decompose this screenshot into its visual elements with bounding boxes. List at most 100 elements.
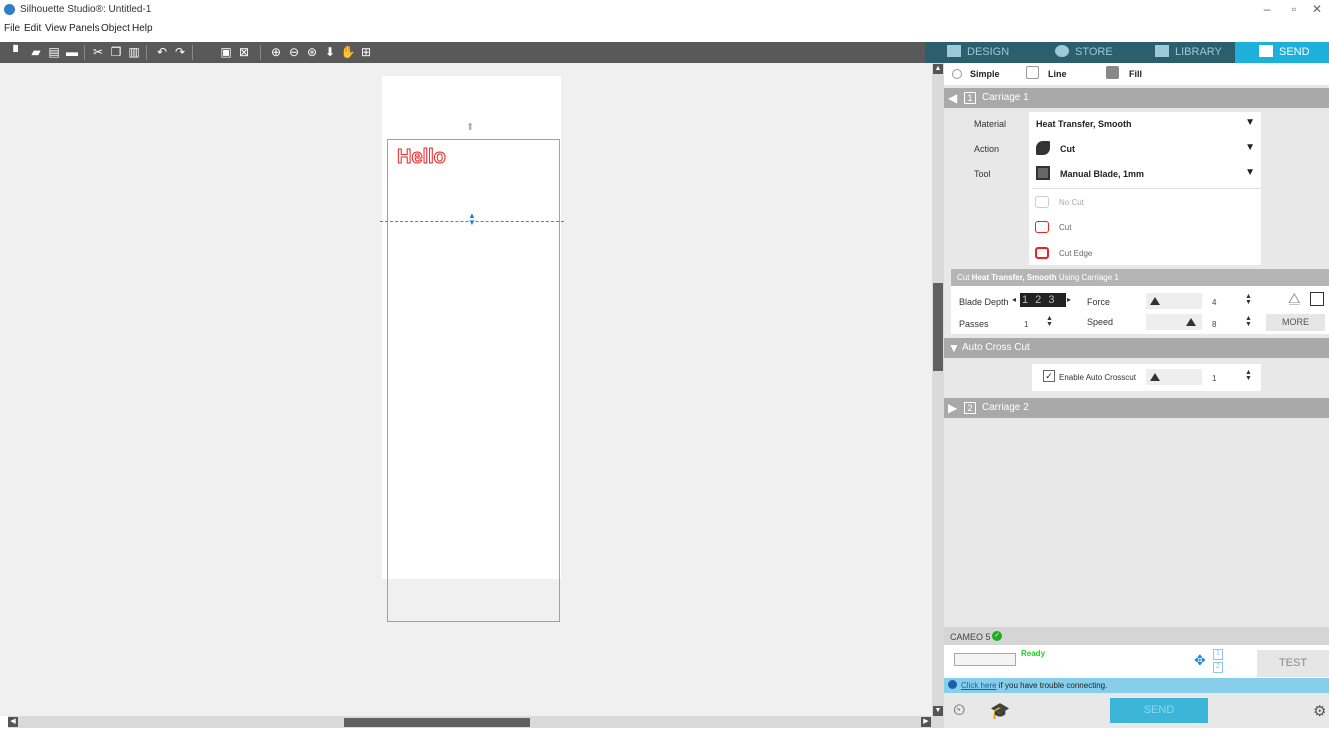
increase-blade-icon[interactable]: ▸ <box>1067 295 1071 304</box>
tab-design[interactable]: DESIGN <box>947 42 1067 63</box>
vertical-scrollbar[interactable] <box>932 63 944 728</box>
menu-view[interactable]: View <box>45 23 67 34</box>
more-button[interactable]: MORE <box>1266 314 1325 331</box>
crosscut-stepper-icon[interactable]: ▲ ▼ <box>1245 369 1252 382</box>
redo-icon[interactable]: ↷ <box>172 44 188 60</box>
crosscut-slider-knob[interactable] <box>1150 373 1160 381</box>
test-button[interactable]: TEST <box>1257 650 1329 677</box>
grid-icon <box>947 45 961 57</box>
material-label: Material <box>974 119 1007 129</box>
carriage-1-header[interactable]: ◀ 1 Carriage 1 <box>944 88 1329 108</box>
tab-store[interactable]: STORE <box>1055 42 1155 63</box>
move-down-icon[interactable]: ⬇ <box>322 44 338 60</box>
zoom-select-icon[interactable]: ⊛ <box>304 44 320 60</box>
scroll-down-icon[interactable]: ▼ <box>933 706 943 716</box>
print-icon[interactable]: ▬ <box>64 44 80 60</box>
force-slider-knob[interactable] <box>1150 297 1160 305</box>
menu-bar: File Edit View Panels Object Help <box>0 20 1329 42</box>
copy-icon[interactable]: ❐ <box>108 44 124 60</box>
open-folder-icon[interactable]: ▰ <box>28 44 44 60</box>
cut-summary-suffix: Using Carriage 1 <box>1056 273 1119 282</box>
fill-mode-icon[interactable] <box>1106 66 1119 79</box>
fit-page-icon[interactable]: ⊞ <box>358 44 374 60</box>
deselect-icon[interactable]: ⊠ <box>236 44 252 60</box>
scroll-up-icon[interactable]: ▲ <box>933 64 943 74</box>
scroll-right-icon[interactable]: ▶ <box>921 717 931 727</box>
decrease-blade-icon[interactable]: ◂ <box>1012 295 1016 304</box>
passes-stepper-icon[interactable]: ▲ ▼ <box>1046 315 1053 328</box>
menu-file[interactable]: File <box>4 23 20 34</box>
menu-help[interactable]: Help <box>132 23 153 34</box>
mode-line[interactable]: Line <box>1048 69 1067 79</box>
carriage-2-header[interactable]: ▶ 2 Carriage 2 <box>944 398 1329 418</box>
carriage-2-label: Carriage 2 <box>982 402 1029 413</box>
new-document-icon[interactable]: ▘ <box>10 44 26 60</box>
blade-depth-label: Blade Depth <box>959 297 1009 307</box>
hello-text-object[interactable]: Hello <box>397 146 447 169</box>
menu-edit[interactable]: Edit <box>24 23 41 34</box>
expand-triangle-icon: ▼ <box>948 341 960 355</box>
mode-fill[interactable]: Fill <box>1129 69 1142 79</box>
mode-simple[interactable]: Simple <box>970 69 1000 79</box>
vertical-scroll-thumb[interactable] <box>933 283 943 371</box>
move-arrows-icon[interactable]: ✥ <box>1194 652 1206 669</box>
no-cut-option[interactable]: No Cut <box>1035 196 1084 208</box>
select-all-icon[interactable]: ▣ <box>218 44 234 60</box>
window-title: Silhouette Studio®: Untitled-1 <box>20 4 152 15</box>
crosscut-slider[interactable] <box>1146 369 1202 385</box>
paste-icon[interactable]: ▥ <box>126 44 142 60</box>
menu-panels[interactable]: Panels <box>69 23 100 34</box>
send-button[interactable]: SEND <box>1110 698 1208 723</box>
speed-slider-knob[interactable] <box>1186 318 1196 326</box>
cut-icon <box>1035 221 1049 233</box>
blade-tool-triangle-icon[interactable]: ⧋ <box>1288 290 1301 307</box>
line-mode-icon[interactable] <box>1026 66 1039 79</box>
blade-depth-selector[interactable]: 1 2 3 <box>1020 293 1066 307</box>
tool-value: Manual Blade, 1mm <box>1060 169 1145 179</box>
collapse-triangle-icon: ◀ <box>948 91 958 105</box>
zoom-out-icon[interactable]: ⊖ <box>286 44 302 60</box>
click-here-link[interactable]: Click here <box>961 681 997 690</box>
carriage-2-select-icon[interactable]: 2 <box>1213 662 1223 673</box>
speed-slider[interactable] <box>1146 314 1202 330</box>
tab-send[interactable]: SEND <box>1235 42 1329 63</box>
toolbar-divider <box>84 45 85 60</box>
pan-hand-icon[interactable]: ✋ <box>340 44 356 60</box>
simple-radio[interactable] <box>952 69 962 79</box>
scroll-left-icon[interactable]: ◀ <box>8 717 18 727</box>
carriage-1-select-icon[interactable]: 1 <box>1213 649 1223 660</box>
force-stepper-icon[interactable]: ▲ ▼ <box>1245 293 1252 306</box>
zoom-in-icon[interactable]: ⊕ <box>268 44 284 60</box>
force-slider[interactable] <box>1146 293 1202 309</box>
action-dropdown[interactable]: Cut ▼ <box>1032 138 1261 160</box>
chevron-down-icon: ▼ <box>1245 167 1255 178</box>
save-icon[interactable]: ▤ <box>46 44 62 60</box>
undo-icon[interactable]: ↶ <box>154 44 170 60</box>
divider <box>1032 188 1261 189</box>
toolbar-divider <box>260 45 261 60</box>
cut-option[interactable]: Cut <box>1035 221 1071 233</box>
carriage-1-label: Carriage 1 <box>982 92 1029 103</box>
cut-edge-option[interactable]: Cut Edge <box>1035 247 1092 259</box>
tool-label: Tool <box>974 169 991 179</box>
enable-auto-crosscut-checkbox[interactable]: ✓ <box>1043 370 1055 382</box>
schedule-icon[interactable]: ⏲ <box>953 702 965 720</box>
cut-icon[interactable]: ✂ <box>90 44 106 60</box>
guide-drag-handle-icon[interactable]: ▲ ▼ <box>468 212 476 227</box>
close-icon[interactable]: ✕ <box>1305 2 1329 16</box>
chevron-down-icon: ▼ <box>1245 142 1255 153</box>
auto-cross-cut-header[interactable]: ▼ Auto Cross Cut <box>944 338 1329 358</box>
maximize-icon[interactable]: ▫ <box>1282 2 1306 16</box>
material-square-icon[interactable] <box>1310 292 1324 306</box>
horizontal-scroll-thumb[interactable] <box>344 718 530 727</box>
tutorial-cap-icon[interactable]: 🎓 <box>990 701 1010 721</box>
speed-stepper-icon[interactable]: ▲ ▼ <box>1245 315 1252 328</box>
no-cut-icon <box>1035 196 1049 208</box>
minimize-icon[interactable]: – <box>1255 2 1279 16</box>
tool-dropdown[interactable]: Manual Blade, 1mm ▼ <box>1032 163 1261 185</box>
material-dropdown[interactable]: Heat Transfer, Smooth ▼ <box>1032 113 1261 135</box>
menu-object[interactable]: Object <box>101 23 130 34</box>
send-icon <box>1259 45 1273 57</box>
chevron-down-icon: ▼ <box>1245 117 1255 128</box>
settings-gear-icon[interactable]: ⚙ <box>1313 702 1326 720</box>
